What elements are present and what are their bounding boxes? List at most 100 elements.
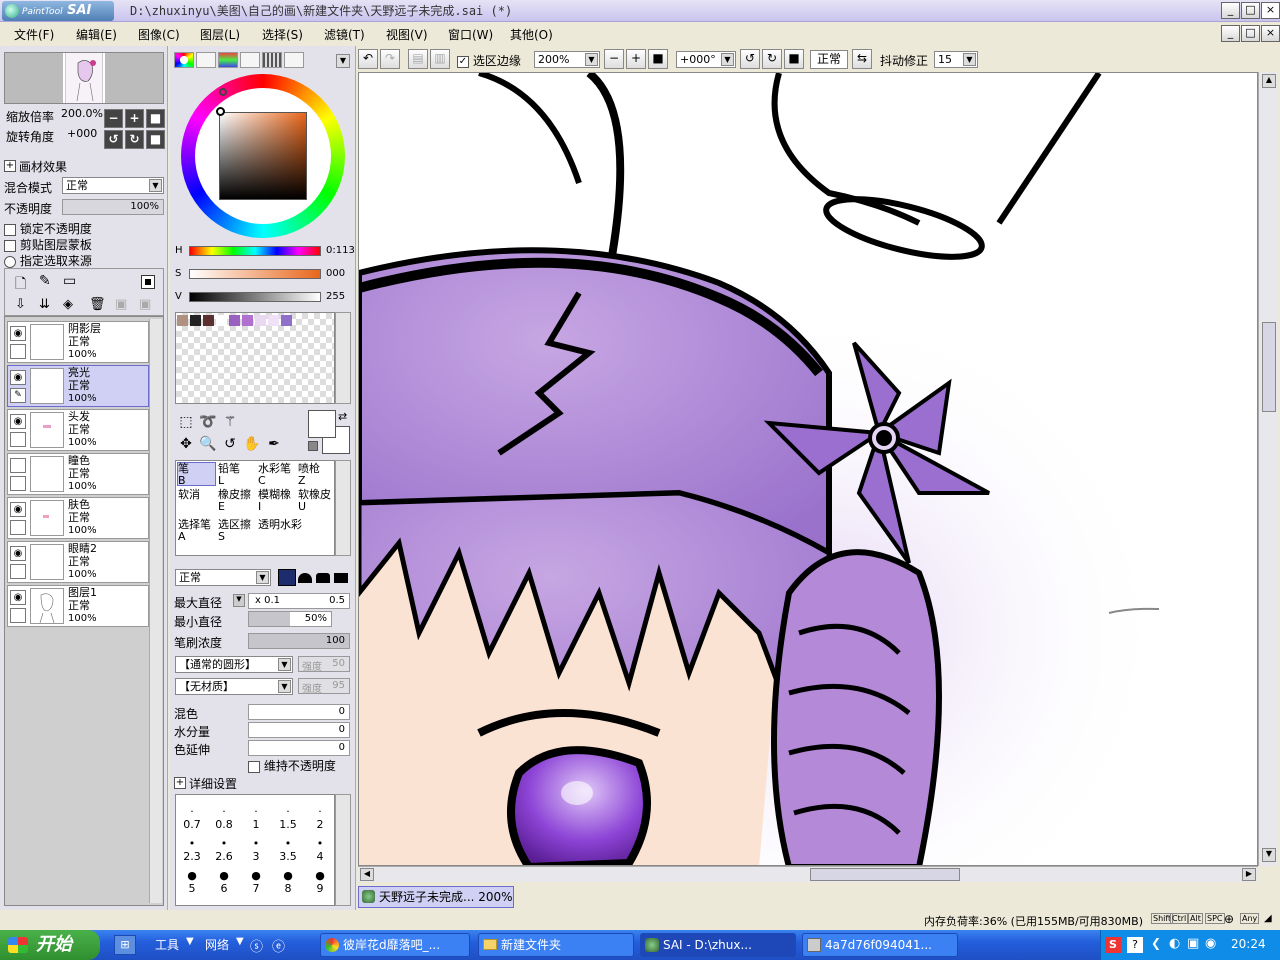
clip-group-option[interactable]: 剪贴图层蒙板: [4, 236, 92, 253]
tool-blur-eraser[interactable]: 模糊橡 I: [258, 489, 291, 513]
resize-grip-icon[interactable]: ◢: [1264, 913, 1272, 924]
layer-link-checkbox[interactable]: [10, 476, 26, 491]
value-slider[interactable]: [189, 292, 321, 302]
zoom-tool-icon[interactable]: 🔍: [198, 434, 218, 454]
color-swatch[interactable]: [281, 315, 292, 326]
scratchpad-tab-icon[interactable]: [284, 52, 304, 68]
selection-edge-option[interactable]: ✓ 选区边缘: [457, 52, 521, 69]
size-preset[interactable]: ● 8: [272, 869, 304, 895]
layer-link-checkbox[interactable]: [10, 432, 26, 447]
start-button[interactable]: 开始: [0, 930, 100, 960]
hue-picker-handle[interactable]: [219, 88, 227, 96]
size-preset[interactable]: · 1.5: [272, 805, 304, 831]
merge-down-icon[interactable]: ⇊: [39, 297, 50, 312]
size-presets-scrollbar[interactable]: [335, 794, 351, 906]
layer-link-checkbox[interactable]: [10, 608, 26, 623]
canvas-horizontal-scrollbar[interactable]: ◀ ▶: [358, 866, 1258, 882]
size-preset[interactable]: · 0.7: [176, 805, 208, 831]
tool-transparent-watercolor[interactable]: 透明水彩: [258, 519, 302, 531]
new-vector-layer-icon[interactable]: ✎: [39, 273, 51, 289]
layer-link-checkbox[interactable]: [10, 564, 26, 579]
doc-minimize-button[interactable]: _: [1221, 25, 1240, 42]
horizontal-scroll-thumb[interactable]: [810, 868, 960, 881]
menu-view[interactable]: 视图(V): [386, 26, 428, 43]
taskbar-item[interactable]: 新建文件夹: [478, 933, 634, 957]
tray-collapse-icon[interactable]: ❮: [1151, 936, 1161, 950]
lasso-icon[interactable]: ➰: [198, 412, 218, 432]
eye-icon[interactable]: ◉: [10, 502, 26, 517]
rotate-value[interactable]: +000: [64, 127, 100, 143]
size-preset[interactable]: ● 6: [208, 869, 240, 895]
size-preset[interactable]: ● 5: [176, 869, 208, 895]
tools-chevron-icon[interactable]: ▼: [186, 936, 194, 947]
help-icon[interactable]: ?: [1127, 937, 1143, 953]
quicklaunch-icon[interactable]: ⊞: [114, 935, 136, 955]
tray-app-icon-1[interactable]: ◐: [1169, 936, 1180, 951]
tool-soft-erase[interactable]: 软消: [178, 489, 200, 501]
density-slider[interactable]: 100: [248, 633, 350, 649]
brush-edge-soft-icon[interactable]: [316, 573, 330, 583]
delete-layer-icon[interactable]: 🗑: [89, 297, 106, 312]
tool-pen[interactable]: 笔B: [178, 463, 189, 487]
brush-texture-select[interactable]: 【无材质】 ▼: [175, 678, 293, 695]
keep-opacity-checkbox[interactable]: [248, 760, 260, 773]
brush-edge-hard-icon[interactable]: [278, 569, 296, 586]
rotate-reset-button[interactable]: ■: [146, 130, 165, 149]
doc-restore-button[interactable]: □: [1241, 25, 1260, 42]
menu-edit[interactable]: 编辑(E): [76, 26, 117, 43]
taskbar-item-active[interactable]: SAI - D:\zhux...: [640, 933, 796, 957]
size-preset[interactable]: • 3: [240, 837, 272, 863]
color-swatch[interactable]: [242, 315, 253, 326]
detail-expand-plus-icon[interactable]: +: [174, 777, 186, 789]
undo-icon[interactable]: ↶: [358, 49, 378, 69]
flip-horizontal-icon[interactable]: ⇆: [852, 49, 872, 69]
angle-select[interactable]: +000° ▼: [676, 51, 736, 68]
layer-item[interactable]: ◉ 头发 正常 100%: [7, 409, 149, 451]
eye-icon[interactable]: ◉: [10, 546, 26, 561]
lock-opacity-checkbox[interactable]: [4, 223, 16, 236]
hue-slider[interactable]: [189, 246, 321, 256]
eyedropper-icon[interactable]: ✒: [264, 434, 284, 454]
toolbar-zoom-out-button[interactable]: −: [604, 49, 624, 69]
navigator-preview[interactable]: [4, 52, 164, 104]
document-tab[interactable]: 天野远子未完成... 200%: [358, 886, 514, 908]
panel-menu-chevron-icon[interactable]: ▼: [336, 54, 350, 68]
color-wheel-tab-icon[interactable]: [174, 52, 194, 68]
color-swatch[interactable]: [229, 315, 240, 326]
selection-edge-checkbox[interactable]: ✓: [457, 55, 469, 68]
tool-watercolor[interactable]: 水彩笔 C: [258, 463, 291, 487]
mask-icon[interactable]: [141, 275, 155, 289]
water-slider[interactable]: 0: [248, 722, 350, 738]
menu-filter[interactable]: 滤镜(T): [324, 26, 365, 43]
size-preset[interactable]: ● 7: [240, 869, 272, 895]
size-preset[interactable]: · 2: [304, 805, 336, 831]
max-size-slider[interactable]: x 0.1 0.5: [248, 593, 350, 609]
min-size-slider[interactable]: 50%: [248, 611, 332, 627]
layer-item[interactable]: ◉ 阴影层 正常 100%: [7, 321, 149, 363]
scroll-left-icon[interactable]: ◀: [360, 868, 374, 881]
expand-plus-icon[interactable]: +: [4, 160, 16, 172]
menu-other[interactable]: 其他(O): [510, 26, 553, 43]
brush-edge-round-icon[interactable]: [298, 573, 312, 583]
size-preset[interactable]: · 0.8: [208, 805, 240, 831]
toolbar-network-label[interactable]: 网络: [205, 936, 229, 953]
menu-layer[interactable]: 图层(L): [200, 26, 240, 43]
maximize-button[interactable]: □: [1241, 2, 1260, 19]
canvas-vertical-scrollbar[interactable]: ▲ ▼: [1258, 72, 1278, 866]
layer-item[interactable]: ◉ 眼睛2 正常 100%: [7, 541, 149, 583]
deselect-icon[interactable]: ▤: [408, 49, 428, 69]
taskbar-item[interactable]: 彼岸花d靡落吧_...: [320, 933, 470, 957]
selection-source-radio[interactable]: [4, 255, 16, 268]
reset-colors-icon[interactable]: [308, 441, 318, 451]
toolbar-zoom-in-button[interactable]: +: [626, 49, 646, 69]
redo-icon[interactable]: ↷: [380, 49, 400, 69]
transfer-down-icon[interactable]: ⇩: [15, 297, 26, 312]
eye-icon[interactable]: ◉: [10, 414, 26, 429]
toolbar-rotate-left-button[interactable]: ↺: [740, 49, 760, 69]
toolbar-zoom-reset-button[interactable]: ■: [648, 49, 668, 69]
input-method-s-icon[interactable]: S: [1105, 937, 1121, 953]
clip-group-checkbox[interactable]: [4, 239, 16, 252]
canvas-mode-button[interactable]: 正常: [810, 50, 848, 69]
rotate-tool-icon[interactable]: ↺: [220, 434, 240, 454]
menu-image[interactable]: 图像(C): [138, 26, 180, 43]
